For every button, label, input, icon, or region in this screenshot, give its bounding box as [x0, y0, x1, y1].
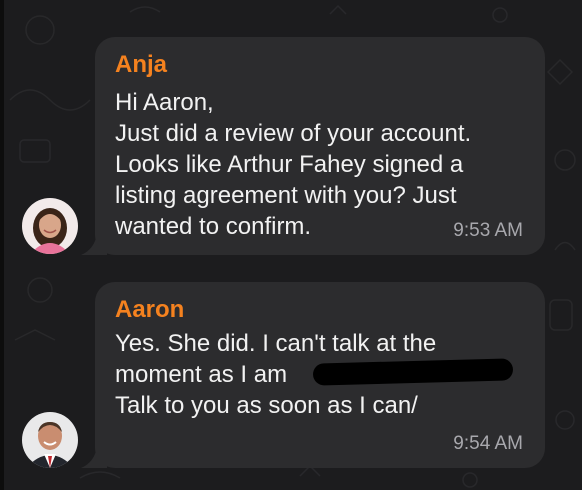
- message-text: Hi Aaron, Just did a review of your acco…: [115, 89, 472, 240]
- male-avatar-icon[interactable]: [22, 412, 78, 468]
- female-avatar-icon[interactable]: [22, 198, 78, 254]
- window-left-edge: [0, 0, 4, 490]
- sender-name[interactable]: Aaron: [115, 296, 184, 324]
- message-timestamp: 9:53 AM: [453, 220, 523, 241]
- message-bubble-aaron[interactable]: Aaron Yes. She did. I can't talk at the …: [81, 282, 545, 468]
- bubble-tail: [81, 446, 107, 468]
- bubble-tail: [81, 233, 107, 255]
- message-bubble-anja[interactable]: Anja Hi Aaron, Just did a review of your…: [81, 37, 545, 255]
- message-timestamp: 9:54 AM: [453, 433, 523, 454]
- sender-name[interactable]: Anja: [115, 51, 167, 79]
